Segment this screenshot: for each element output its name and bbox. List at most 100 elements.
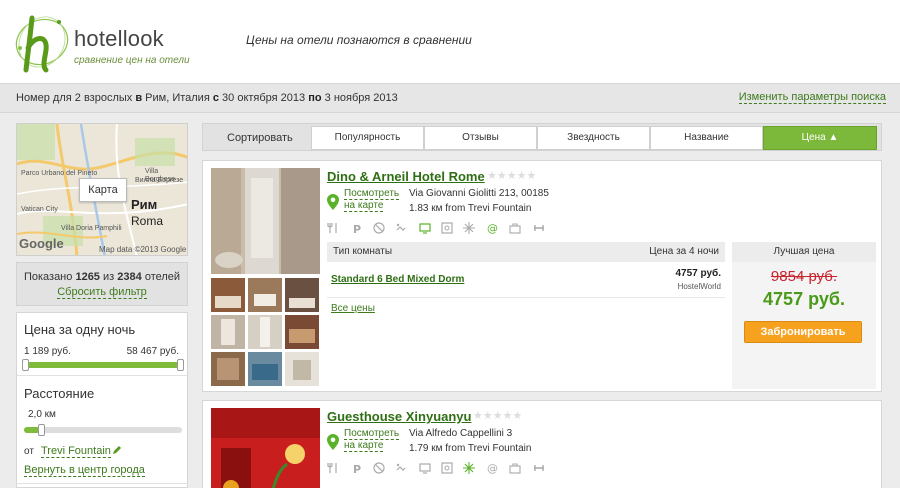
price-slider-min-handle[interactable] (22, 359, 29, 371)
filter-divider (17, 483, 187, 484)
distance-slider-handle[interactable] (38, 424, 45, 436)
search-city: Рим, Италия (145, 92, 210, 104)
business-center-icon (509, 223, 521, 234)
svg-text:P: P (353, 463, 361, 474)
hotel-main-photo[interactable] (211, 168, 320, 274)
sort-tab-price[interactable]: Цена ▲ (763, 126, 877, 150)
hotel-thumb[interactable] (285, 278, 319, 312)
results-prefix: Показано (23, 271, 73, 283)
book-button[interactable]: Забронировать (744, 321, 862, 343)
results-total: 2384 (117, 271, 142, 283)
svg-text:P: P (353, 223, 361, 234)
price-slider-fill (24, 362, 182, 368)
business-center-icon (509, 463, 521, 474)
pencil-icon[interactable] (111, 444, 123, 456)
all-prices-link[interactable]: Все цены (331, 303, 375, 314)
map-city-ru: Рим (131, 197, 158, 212)
restaurant-icon (327, 463, 337, 473)
filters-panel: Цена за одну ночь 1 189 руб. 58 467 руб.… (16, 312, 188, 488)
map-credit: Map data ©2013 Google (99, 245, 187, 254)
hotel-thumb[interactable] (285, 352, 319, 386)
search-word-to: по (308, 92, 322, 104)
sort-label: Сортировать (227, 132, 293, 144)
hotel-thumb[interactable] (248, 352, 282, 386)
tagline: Цены на отели познаются в сравнении (246, 33, 472, 47)
room-divider (327, 297, 725, 298)
sort-tab-reviews[interactable]: Отзывы (424, 126, 537, 150)
map-label-vatican: Vatican City (21, 206, 58, 213)
search-summary: Номер для 2 взрослых в Рим, Италия с 30 … (16, 92, 398, 104)
hotel-distance: 1.79 км from Trevi Fountain (409, 443, 532, 454)
filter-divider (17, 375, 187, 376)
room-type-link[interactable]: Standard 6 Bed Mixed Dorm (331, 274, 464, 285)
map-label-pineto: Parco Urbano del Pineto (21, 170, 98, 177)
hotel-name-link[interactable]: Dino & Arneil Hotel Rome (327, 169, 485, 184)
hotel-main-photo[interactable] (211, 408, 320, 488)
logo-name[interactable]: hotellook (74, 26, 164, 52)
old-price: 9854 руб. (770, 268, 838, 285)
logo-subtitle: сравнение цен на отели (74, 55, 190, 66)
view-on-map-link[interactable]: Посмотреть на карте (344, 428, 406, 452)
price-for-nights-label: Цена за 4 ночи (649, 246, 719, 257)
view-on-map-text[interactable]: Посмотреть на карте (344, 188, 400, 212)
distance-value: 2,0 км (28, 409, 56, 420)
map-pin-icon (327, 194, 339, 210)
parking-icon: P (353, 223, 361, 234)
sort-tab-name[interactable]: Название (650, 126, 763, 150)
map-city-en: Roma (131, 214, 164, 228)
distance-filter-title: Расстояние (24, 386, 95, 401)
price-slider-max-handle[interactable] (177, 359, 184, 371)
hotel-address: Via Alfredo Cappellini 3 (409, 428, 513, 439)
hotellook-logo-icon[interactable] (12, 8, 72, 74)
parking-icon: P (353, 463, 361, 474)
hotel-photo-image (211, 408, 320, 488)
search-summary-bar: Номер для 2 взрослых в Рим, Италия с 30 … (0, 83, 900, 113)
price-max: 58 467 руб. (126, 346, 179, 357)
search-word-in: в (135, 92, 143, 104)
view-on-map-text[interactable]: Посмотреть на карте (344, 428, 400, 452)
distance-from-place-link[interactable]: Trevi Fountain (41, 445, 111, 458)
distance-from-label: от (24, 446, 34, 457)
change-search-link[interactable]: Изменить параметры поиска (738, 91, 886, 104)
results-shown: 1265 (75, 271, 100, 283)
hotel-stars: ★★★★★ (487, 170, 537, 182)
hotel-card: Guesthouse Xinyuanyu ★★★★★ Посмотреть на… (202, 400, 882, 488)
map-open-button[interactable]: Карта (79, 178, 127, 202)
pets-icon (396, 223, 406, 231)
mini-map[interactable]: Parco Urbano del Pineto Villa Borghese В… (16, 123, 188, 256)
hotel-thumb[interactable] (211, 278, 245, 312)
hotel-thumb[interactable] (211, 352, 245, 386)
hotel-thumb[interactable] (248, 315, 282, 349)
safe-icon (441, 222, 453, 234)
hotel-thumb[interactable] (248, 278, 282, 312)
reset-to-center-link[interactable]: Вернуть в центр города (24, 464, 145, 477)
fitness-icon (534, 225, 544, 231)
hotel-thumb[interactable] (211, 315, 245, 349)
room-table-header: Тип комнаты Цена за 4 ночи (327, 242, 725, 262)
distance-slider[interactable] (24, 424, 182, 436)
hotel-address: Via Giovanni Giolitti 213, 00185 (409, 188, 549, 199)
map-label-pamphili: Villa Doria Pamphili (61, 225, 122, 232)
internet-icon: @ (487, 462, 498, 474)
hotel-name-link[interactable]: Guesthouse Xinyuanyu (327, 409, 471, 424)
google-logo: Google (19, 236, 64, 251)
sort-bar: Сортировать Популярность Отзывы Звезднос… (202, 123, 882, 151)
results-count-box: Показано 1265 из 2384 отелей Сбросить фи… (16, 262, 188, 306)
results-mid: из (103, 271, 115, 283)
price-slider[interactable] (22, 359, 184, 371)
map-pin-icon (327, 434, 339, 450)
view-on-map-link[interactable]: Посмотреть на карте (344, 188, 406, 212)
sort-tab-stars[interactable]: Звездность (537, 126, 650, 150)
sort-tab-popularity[interactable]: Популярность (311, 126, 424, 150)
site-header: hotellook сравнение цен на отели Цены на… (0, 0, 900, 83)
reset-filter-link[interactable]: Сбросить фильтр (57, 286, 147, 299)
room-booking-site: HostelWorld (677, 282, 721, 291)
tv-icon (419, 223, 431, 234)
hotel-thumb[interactable] (285, 315, 319, 349)
search-guests: Номер для 2 взрослых (16, 92, 133, 104)
air-conditioning-icon (463, 222, 475, 234)
room-price: 4757 руб. (675, 268, 721, 279)
svg-text:@: @ (487, 222, 498, 234)
no-smoking-icon (373, 462, 385, 474)
price-min: 1 189 руб. (24, 346, 71, 357)
